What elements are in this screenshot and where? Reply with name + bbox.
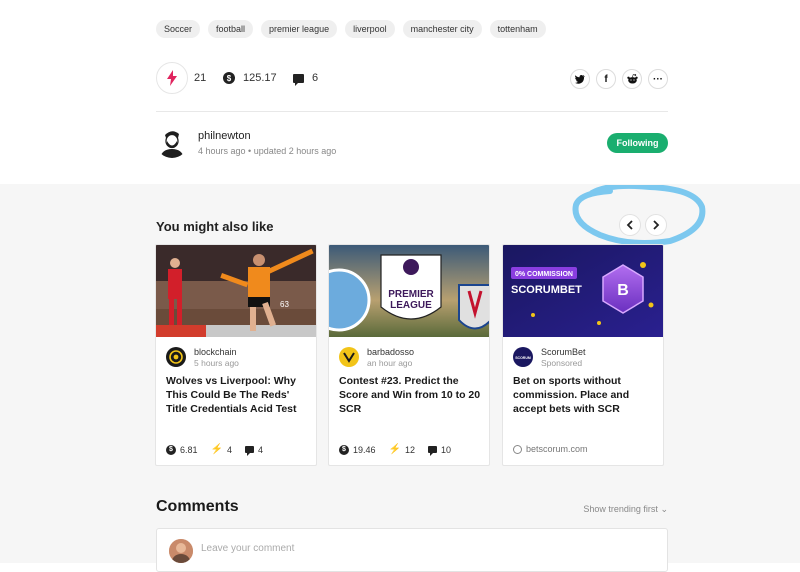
league-text-2: LEAGUE	[390, 300, 432, 311]
card-author-avatar	[339, 347, 359, 367]
card-payout: 19.46	[353, 444, 376, 455]
tag[interactable]: premier league	[261, 20, 338, 38]
svg-text:63: 63	[280, 300, 289, 309]
card-sponsored: Sponsored	[541, 358, 583, 368]
sponsored-card[interactable]: 0% COMMISSION SCORUMBET B SCORUM ScorumB…	[502, 244, 664, 466]
bolt-icon: ⚡	[388, 444, 401, 455]
sponsor-logo-text: SCORUM	[515, 356, 531, 360]
card-stats: $ 19.46 ⚡ 12 10	[339, 444, 452, 456]
related-title: You might also like	[156, 219, 274, 234]
svg-text:B: B	[617, 282, 629, 299]
twitter-icon[interactable]	[570, 69, 590, 89]
payout: $ 125.17	[223, 72, 277, 84]
card-title[interactable]: Contest #23. Predict the Score and Win f…	[339, 374, 485, 416]
comment-count-value: 6	[312, 72, 319, 84]
card-thumbnail: 0% COMMISSION SCORUMBET B	[503, 245, 663, 337]
upvote-button[interactable]	[156, 62, 188, 94]
commission-badge: 0% COMMISSION	[515, 271, 573, 278]
sort-dropdown[interactable]: Show trending first ⌄	[583, 504, 668, 515]
globe-icon	[513, 444, 522, 454]
league-text-1: PREMIER	[388, 289, 434, 300]
author-name[interactable]: philnewton	[198, 130, 251, 142]
comment-icon	[293, 73, 304, 86]
comment-icon	[245, 446, 254, 456]
comment-icon	[428, 446, 437, 456]
card-author[interactable]: ScorumBet	[541, 347, 586, 357]
coin-icon: $	[223, 72, 235, 84]
related-card[interactable]: 63 blockchain 5 hours ago Wolves vs Live…	[155, 244, 317, 466]
card-comments: 10	[441, 444, 452, 455]
card-title[interactable]: Wolves vs Liverpool: Why This Could Be T…	[166, 374, 312, 416]
bolt-icon: ⚡	[210, 444, 223, 455]
card-domain[interactable]: betscorum.com	[513, 444, 588, 454]
vote-count: 21	[194, 72, 206, 84]
card-payout: 6.81	[180, 444, 198, 455]
bolt-icon	[167, 70, 177, 86]
post-stats: 21 $ 125.17 6 f ···	[156, 62, 668, 96]
card-author[interactable]: blockchain	[194, 347, 237, 357]
card-title[interactable]: Bet on sports without commission. Place …	[513, 374, 659, 416]
coin-icon: $	[166, 444, 176, 455]
card-time: 5 hours ago	[194, 358, 239, 368]
author-avatar[interactable]	[156, 126, 188, 158]
card-author-avatar: SCORUM	[513, 347, 533, 367]
coin-icon: $	[339, 444, 349, 455]
annotation-circle	[572, 185, 706, 246]
card-votes: 4	[226, 444, 232, 455]
comment-box	[156, 528, 668, 572]
brand-text: SCORUMBET	[511, 284, 582, 296]
related-card[interactable]: PREMIER LEAGUE barbadosso an hour ago Co…	[328, 244, 490, 466]
tag[interactable]: football	[208, 20, 254, 38]
user-avatar	[169, 539, 193, 563]
share-buttons: f ···	[570, 69, 668, 89]
sort-label: Show trending first	[583, 504, 658, 514]
following-button[interactable]: Following	[607, 133, 668, 153]
more-icon[interactable]: ···	[648, 69, 668, 89]
card-time: an hour ago	[367, 358, 413, 368]
post-footer: Soccer football premier league liverpool…	[0, 0, 800, 184]
chevron-down-icon: ⌄	[660, 504, 668, 514]
comments-title: Comments	[156, 498, 239, 515]
card-domain-text: betscorum.com	[526, 444, 588, 454]
card-thumbnail: 63	[156, 245, 316, 337]
card-author-avatar	[166, 347, 186, 367]
author-timestamp: 4 hours ago • updated 2 hours ago	[198, 146, 337, 156]
tag[interactable]: manchester city	[402, 20, 482, 38]
comment-input[interactable]	[201, 543, 641, 554]
comment-count[interactable]: 6	[293, 72, 319, 86]
card-author[interactable]: barbadosso	[367, 347, 414, 357]
tag[interactable]: tottenham	[489, 20, 546, 38]
card-thumbnail: PREMIER LEAGUE	[329, 245, 489, 337]
card-votes: 12	[404, 444, 415, 455]
tag[interactable]: Soccer	[156, 20, 201, 38]
payout-value: 125.17	[243, 72, 277, 84]
card-comments: 4	[258, 444, 264, 455]
card-stats: $ 6.81 ⚡ 4 4	[166, 444, 264, 456]
divider	[156, 111, 668, 112]
reddit-icon[interactable]	[622, 69, 642, 89]
facebook-icon[interactable]: f	[596, 69, 616, 89]
tag[interactable]: liverpool	[345, 20, 395, 38]
vote-count-value: 21	[194, 72, 207, 84]
tag-list: Soccer football premier league liverpool…	[156, 20, 546, 38]
